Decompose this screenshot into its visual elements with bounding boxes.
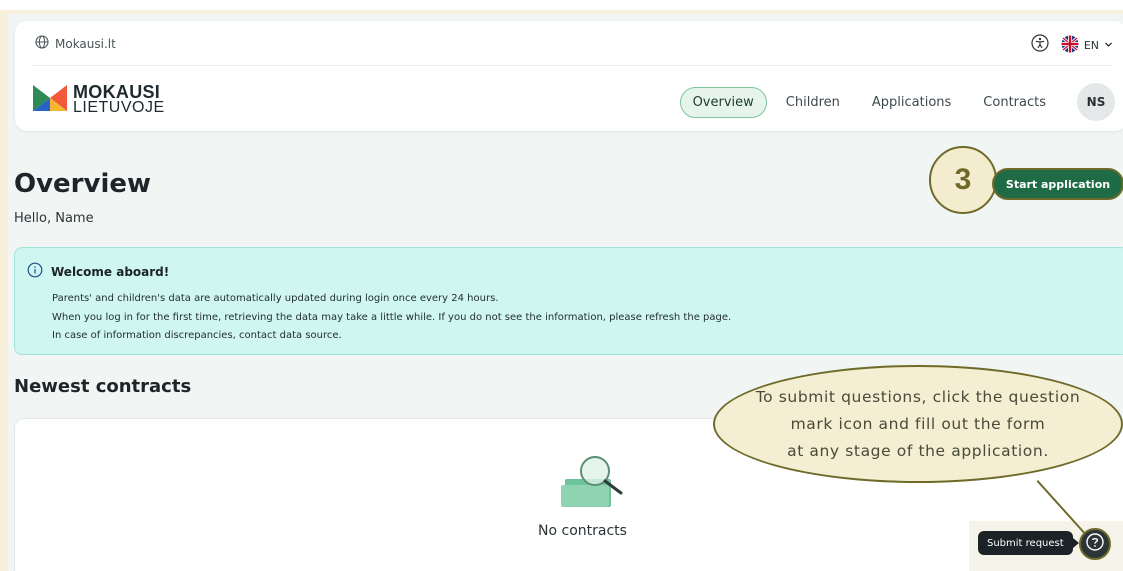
greeting: Hello, Name (14, 211, 94, 226)
nav-children[interactable]: Children (773, 87, 853, 118)
logo-mark-icon (33, 81, 67, 119)
callout-line: mark icon and fill out the form (790, 414, 1046, 433)
alert-line: Parents' and children's data are automat… (52, 293, 499, 304)
frame-top (0, 0, 1123, 14)
page-title: Overview (14, 169, 152, 199)
callout-text: To submit questions, click the question … (756, 384, 1081, 465)
frame-left (0, 14, 8, 571)
uk-flag-icon (1061, 35, 1079, 56)
header-card: Mokausi.lt EN MOKAUSI LIETUVOJE Overview… (15, 21, 1123, 131)
nav-overview[interactable]: Overview (679, 86, 767, 118)
question-mark-icon (1086, 533, 1104, 555)
site-link-label: Mokausi.lt (55, 36, 116, 51)
topbar: Mokausi.lt EN (33, 21, 1113, 66)
logo-line2: LIETUVOJE (73, 99, 165, 116)
alert-line: In case of information discrepancies, co… (52, 330, 342, 341)
nav-contracts[interactable]: Contracts (970, 87, 1059, 118)
callout-line: at any stage of the application. (787, 441, 1049, 460)
avatar[interactable]: NS (1077, 83, 1115, 121)
tour-step-badge: 3 (929, 146, 997, 214)
alert-line: When you log in for the first time, retr… (52, 311, 732, 323)
start-application-button[interactable]: Start application (992, 168, 1123, 200)
magnifier-folder-icon (555, 455, 625, 517)
globe-icon (35, 35, 49, 52)
accessibility-icon[interactable] (1031, 34, 1049, 56)
info-icon (27, 262, 43, 282)
newest-contracts-title: Newest contracts (14, 376, 192, 397)
language-selector[interactable]: EN (1061, 35, 1113, 56)
nav-applications[interactable]: Applications (859, 87, 964, 118)
main-nav: Overview Children Applications Contracts… (674, 83, 1115, 121)
help-button[interactable] (1079, 528, 1111, 560)
welcome-alert: Welcome aboard! Parents' and children's … (14, 247, 1123, 355)
empty-state-text: No contracts (538, 523, 627, 539)
logo[interactable]: MOKAUSI LIETUVOJE (33, 81, 165, 119)
alert-lines: Parents' and children's data are automat… (52, 290, 731, 346)
tour-callout: To submit questions, click the question … (713, 365, 1123, 483)
logo-line1: MOKAUSI (73, 82, 161, 102)
alert-title: Welcome aboard! (51, 265, 170, 279)
callout-line: To submit questions, click the question (755, 387, 1081, 406)
app-area: Mokausi.lt EN MOKAUSI LIETUVOJE Overview… (8, 14, 1123, 571)
language-label: EN (1083, 38, 1099, 52)
logo-text: MOKAUSI LIETUVOJE (73, 82, 165, 116)
chevron-down-icon (1104, 39, 1113, 52)
alert-head: Welcome aboard! (27, 262, 169, 282)
site-link[interactable]: Mokausi.lt (35, 35, 116, 52)
topbar-right: EN (1031, 34, 1113, 56)
submit-request-tooltip: Submit request (978, 531, 1079, 555)
